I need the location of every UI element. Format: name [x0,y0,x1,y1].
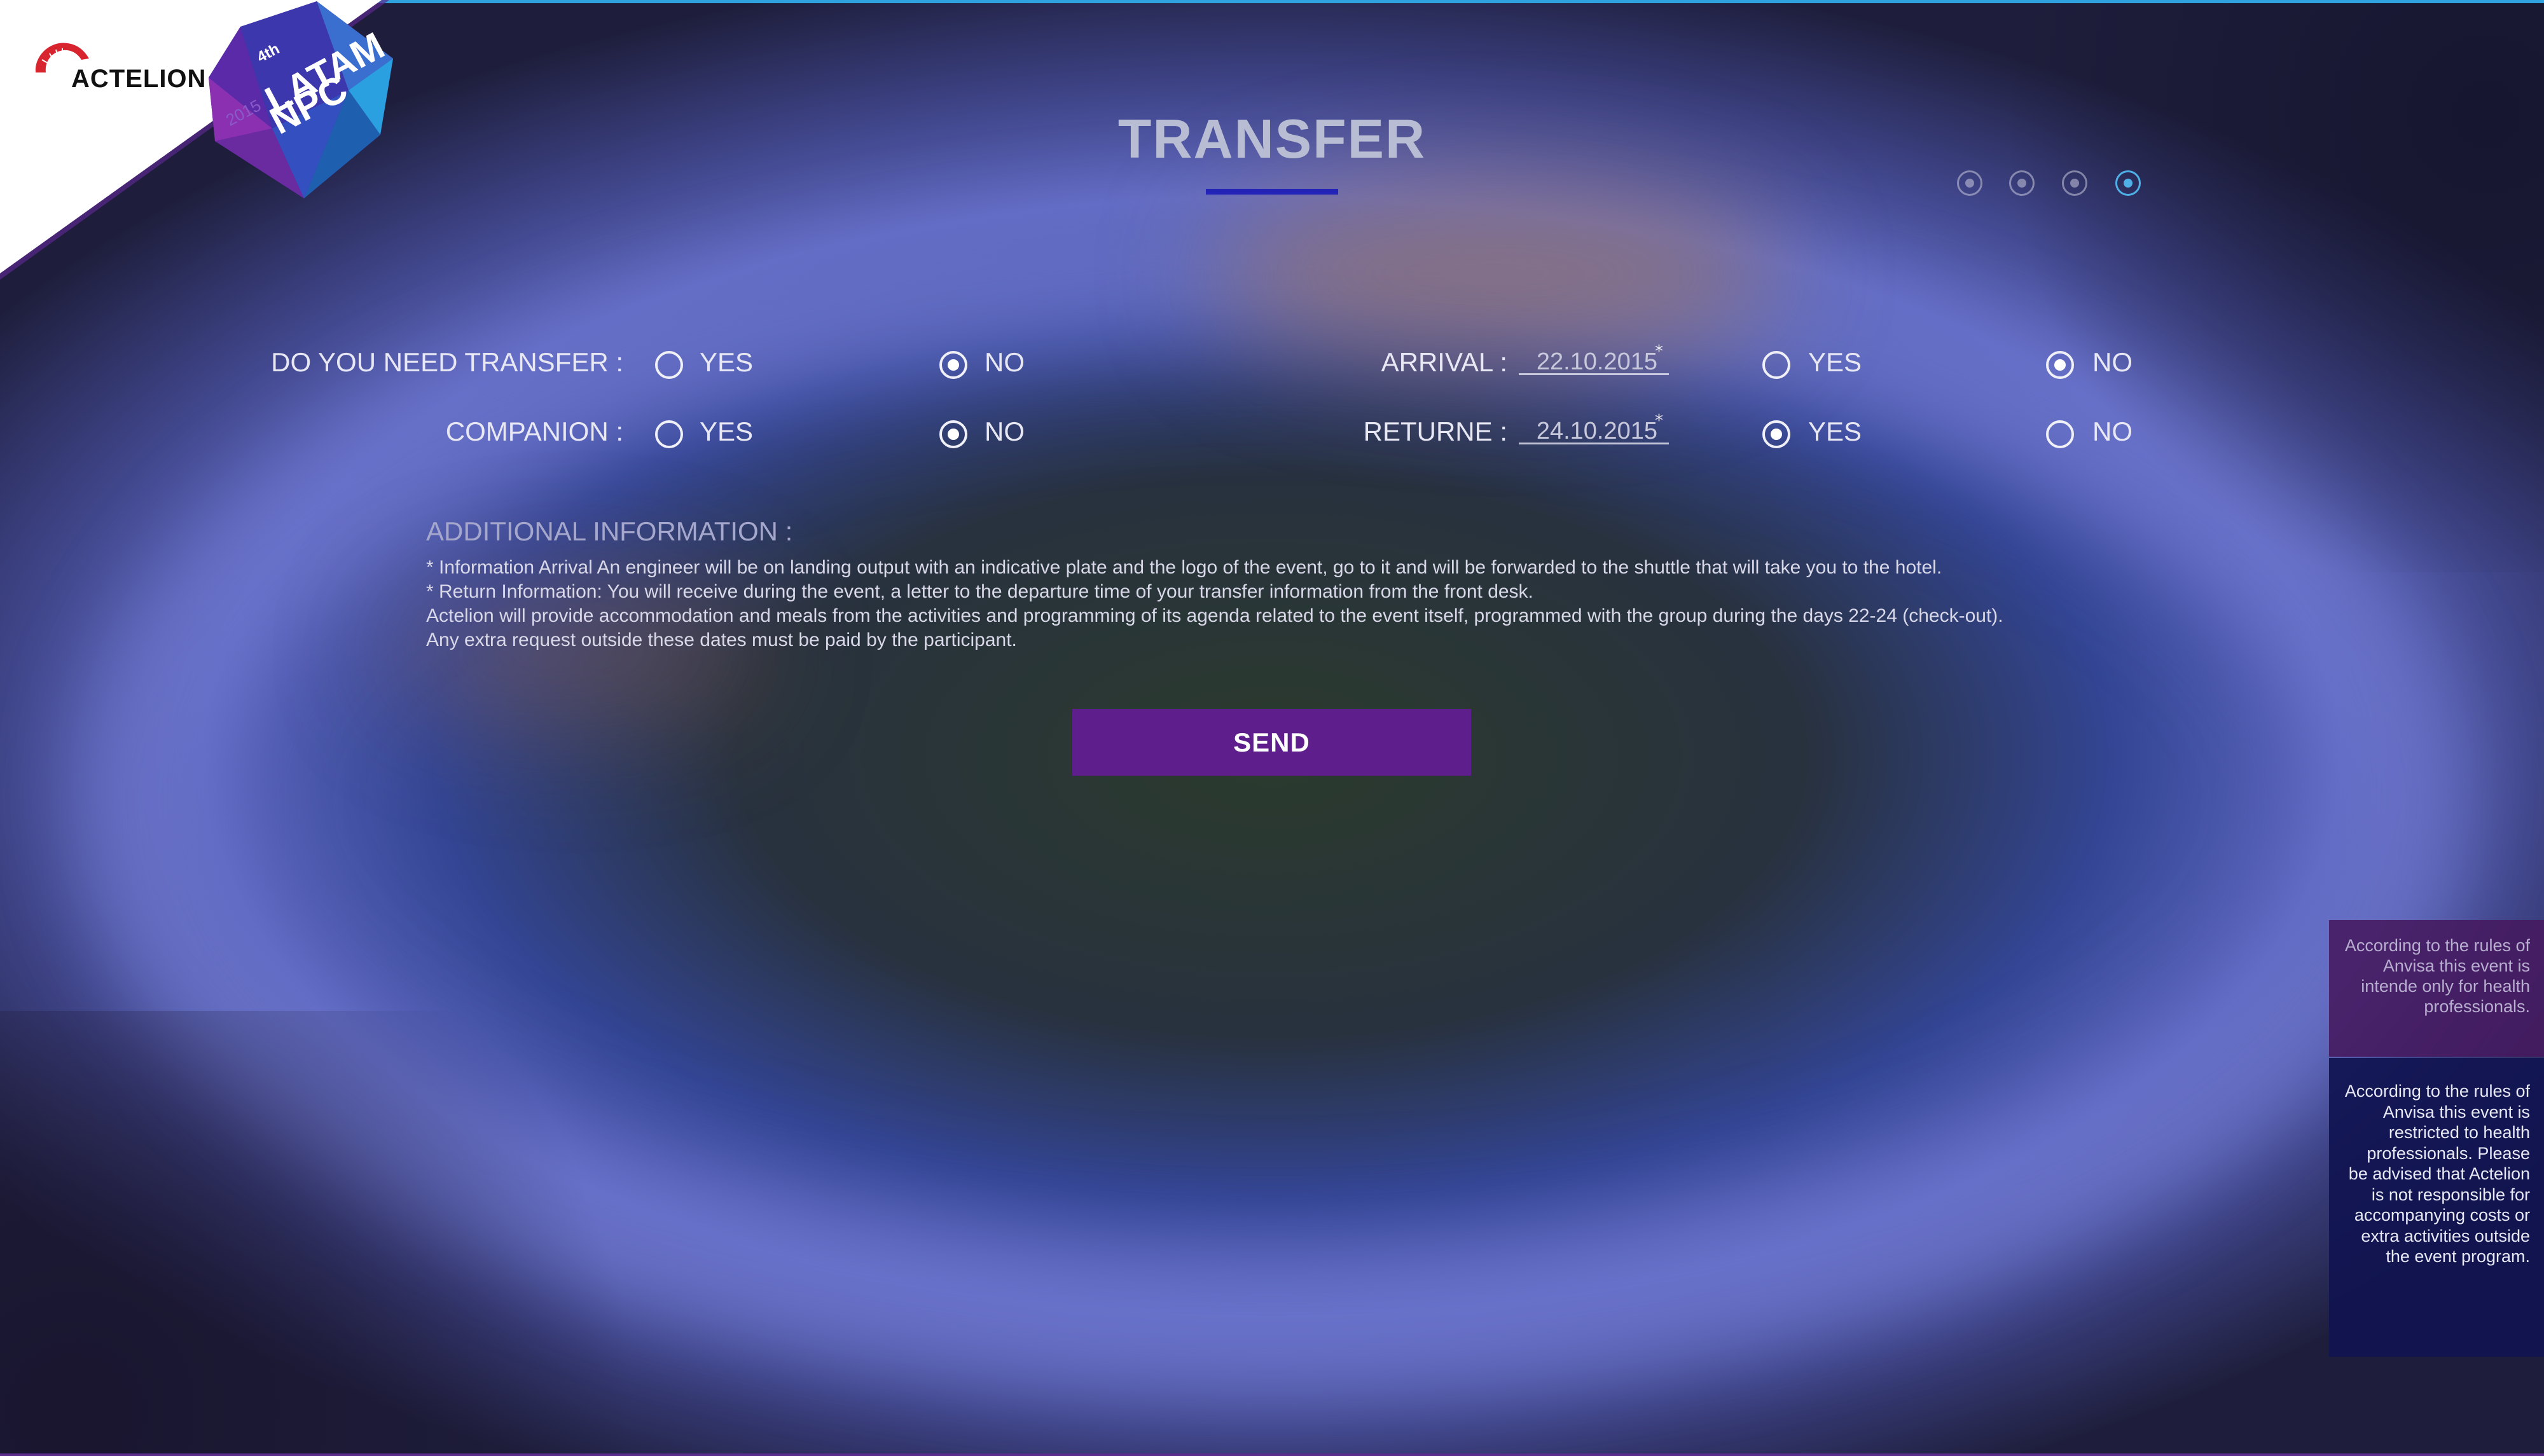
info-line-accommodation: Actelion will provide accommodation and … [426,605,2003,626]
companion-yes-radio[interactable] [655,420,683,448]
page-title: TRANSFER [1117,109,1427,170]
step-dot-4-active[interactable] [2115,170,2141,196]
actelion-wordmark: ACTELION [71,65,207,93]
arrival-yes-radio[interactable] [1762,351,1790,379]
returne-yes-radio[interactable] [1762,420,1790,448]
bottom-accent-line [0,1453,2544,1456]
need-transfer-yes-label: YES [700,347,754,377]
step-dot-2[interactable] [2009,170,2035,196]
companion-yes-label: YES [700,416,754,446]
companion-no-label: NO [985,416,1025,446]
anvisa-notice-long: According to the rules of Anvisa this ev… [2329,1058,2544,1357]
returne-yes-label: YES [1808,416,1862,446]
need-transfer-no-label: NO [985,347,1025,377]
send-button[interactable]: SEND [1072,709,1471,776]
need-transfer-no-radio[interactable] [939,351,967,379]
returne-label: RETURNE : [1363,416,1507,446]
arrival-no-radio[interactable] [2046,351,2074,379]
arrival-label: ARRIVAL : [1381,347,1507,377]
anvisa-notice-short: According to the rules of Anvisa this ev… [2329,920,2544,1057]
step-dot-1[interactable] [1957,170,1982,196]
actelion-logo[interactable]: ACTELION [31,37,205,94]
returne-no-label: NO [2092,416,2133,446]
info-line-arrival: * Information Arrival An engineer will b… [426,557,1942,578]
need-transfer-label: DO YOU NEED TRANSFER : [271,347,623,377]
step-dot-3[interactable] [2062,170,2087,196]
info-line-extra-request: Any extra request outside these dates mu… [426,629,1017,650]
companion-no-radio[interactable] [939,420,967,448]
additional-info-title: ADDITIONAL INFORMATION : [426,516,793,546]
info-line-return: * Return Information: You will receive d… [426,581,1533,602]
arrival-yes-label: YES [1808,347,1862,377]
title-underline [1206,189,1338,195]
companion-label: COMPANION : [445,416,623,446]
returne-date-field[interactable]: 24.10.2015 [1519,413,1669,444]
arrival-no-label: NO [2092,347,2133,377]
arrival-date-field[interactable]: 22.10.2015 [1519,343,1669,375]
arrival-asterisk: * [1655,342,1663,361]
need-transfer-yes-radio[interactable] [655,351,683,379]
returne-no-radio[interactable] [2046,420,2074,448]
returne-asterisk: * [1655,411,1663,430]
